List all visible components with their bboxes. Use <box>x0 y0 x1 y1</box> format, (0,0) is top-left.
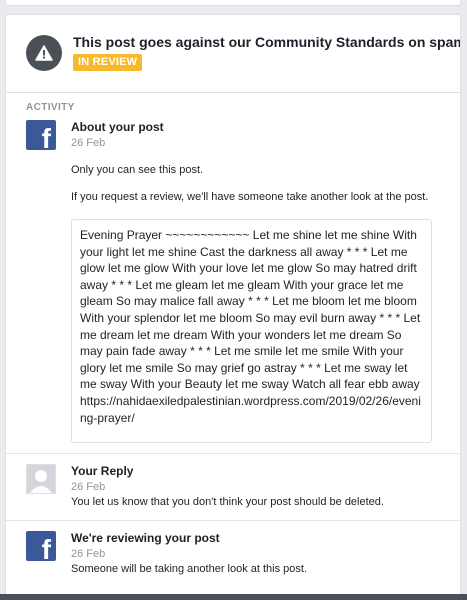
avatar <box>26 464 56 494</box>
activity-item-date: 26 Feb <box>71 548 106 560</box>
status-title: This post goes against our Community Sta… <box>73 34 461 50</box>
status-badge: IN REVIEW <box>73 54 143 71</box>
activity-item-your-reply: Your Reply 26 Feb You let us know that y… <box>6 454 460 510</box>
facebook-icon: f <box>26 120 56 150</box>
previous-card-edge <box>5 0 461 6</box>
support-inbox-panel: This post goes against our Community Sta… <box>5 14 461 596</box>
visibility-note: Only you can see this post. <box>71 164 204 176</box>
review-note: If you request a review, we'll have some… <box>71 191 429 203</box>
activity-item-title: About your post <box>71 120 164 134</box>
activity-heading: ACTIVITY <box>26 102 75 113</box>
previous-card-strip <box>0 0 467 12</box>
activity-item-reviewing: f We're reviewing your post 26 Feb Someo… <box>6 521 460 577</box>
bottom-bar <box>0 594 467 600</box>
status-header: This post goes against our Community Sta… <box>6 15 460 93</box>
facebook-icon: f <box>26 531 56 561</box>
activity-item-date: 26 Feb <box>71 481 106 493</box>
warning-icon <box>26 35 62 71</box>
quoted-post-content: Evening Prayer ~~~~~~~~~~~~ Let me shine… <box>71 219 432 443</box>
activity-item-about-post: f About your post 26 Feb Only you can se… <box>6 117 460 443</box>
activity-item-title: Your Reply <box>71 464 134 478</box>
activity-item-title: We're reviewing your post <box>71 531 220 545</box>
activity-item-text: Someone will be taking another look at t… <box>71 563 308 575</box>
activity-item-date: 26 Feb <box>71 137 106 149</box>
activity-item-text: You let us know that you don't think you… <box>71 496 384 508</box>
